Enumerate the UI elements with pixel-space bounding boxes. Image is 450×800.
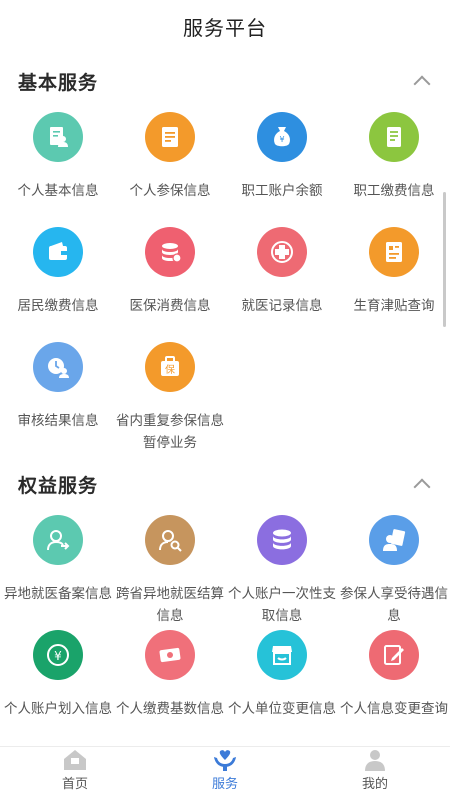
service-item-label: 参保人享受待遇信息	[340, 586, 448, 624]
service-item[interactable]: 个人账户一次性支取信息	[226, 513, 338, 628]
medical-cross-icon	[257, 227, 307, 277]
tab-home[interactable]: 首页	[0, 747, 150, 800]
person-document-icon	[369, 515, 419, 565]
tab-mine[interactable]: 我的	[300, 747, 450, 800]
service-item[interactable]: ¥ 职工账户余额	[226, 110, 338, 225]
svg-text:保: 保	[165, 363, 175, 376]
wallet-icon	[33, 227, 83, 277]
service-grid-rights: 异地就医备案信息 跨省异地就医结算信息 个人账户一次性支取信息 参保人享受待遇信息 ¥ 个…	[0, 513, 450, 743]
tab-service[interactable]: 服务	[150, 747, 300, 800]
form-icon	[369, 227, 419, 277]
store-icon	[257, 630, 307, 680]
service-item[interactable]: 个人参保信息	[114, 110, 226, 225]
service-item[interactable]: 个人单位变更信息	[226, 628, 338, 743]
service-item[interactable]: 审核结果信息	[2, 340, 114, 455]
service-item[interactable]: 医保消费信息	[114, 225, 226, 340]
insurance-bag-icon: 保	[145, 342, 195, 392]
service-item[interactable]: 跨省异地就医结算信息	[114, 513, 226, 628]
page-title: 服务平台	[183, 15, 267, 40]
edit-note-icon	[369, 630, 419, 680]
service-item-label: 职工账户余额	[241, 183, 323, 199]
content-scroll-area[interactable]: 基本服务 个人基本信息 个人参保信息 ¥ 职工账户余额 职工缴费信息居民缴费信息 医保消费…	[0, 52, 450, 746]
tab-label: 首页	[61, 777, 88, 792]
home-icon	[64, 750, 86, 770]
service-item-label: 省内重复参保信息暂停业务	[116, 413, 224, 451]
service-item[interactable]: 职工缴费信息	[338, 110, 450, 225]
database-icon	[257, 515, 307, 565]
service-item-label: 个人缴费基数信息	[116, 701, 224, 717]
bottom-tab-bar: 首页 服务 我的	[0, 746, 450, 800]
service-item[interactable]: 生育津贴查询	[338, 225, 450, 340]
section-header-rights[interactable]: 权益服务	[0, 455, 450, 513]
service-item[interactable]: 居民缴费信息	[2, 225, 114, 340]
money-bag-icon: ¥	[257, 112, 307, 162]
service-item-label: 个人基本信息	[17, 183, 99, 199]
service-item[interactable]: ¥ 个人账户划入信息	[2, 628, 114, 743]
service-item[interactable]: 个人基本信息	[2, 110, 114, 225]
person-search-icon	[145, 515, 195, 565]
service-item-label: 个人单位变更信息	[228, 701, 336, 717]
service-item-label: 医保消费信息	[129, 298, 211, 314]
chevron-up-icon[interactable]	[413, 478, 431, 496]
service-item-label: 个人账户一次性支取信息	[228, 586, 336, 624]
user-icon	[365, 750, 385, 771]
section-header-basic[interactable]: 基本服务	[0, 52, 450, 110]
coins-stack-icon	[145, 227, 195, 277]
invoice-icon	[369, 112, 419, 162]
service-item-label: 跨省异地就医结算信息	[116, 586, 224, 624]
service-item-label: 个人账户划入信息	[4, 701, 112, 717]
service-item-label: 居民缴费信息	[17, 298, 99, 314]
service-grid-basic: 个人基本信息 个人参保信息 ¥ 职工账户余额 职工缴费信息居民缴费信息 医保消费信息 就医记…	[0, 110, 450, 455]
service-item-label: 职工缴费信息	[353, 183, 435, 199]
service-item-label: 审核结果信息	[17, 413, 99, 429]
section-title: 权益服务	[18, 474, 99, 497]
tab-label: 我的	[361, 777, 388, 792]
service-item-label: 异地就医备案信息	[4, 586, 112, 602]
header: 服务平台	[0, 0, 450, 52]
document-icon	[145, 112, 195, 162]
service-item[interactable]: 参保人享受待遇信息	[338, 513, 450, 628]
yuan-coin-icon: ¥	[33, 630, 83, 680]
service-item-label: 个人信息变更查询	[340, 701, 448, 717]
service-item[interactable]: 异地就医备案信息	[2, 513, 114, 628]
service-item-label: 就医记录信息	[241, 298, 323, 314]
ticket-icon	[145, 630, 195, 680]
svg-text:¥: ¥	[54, 649, 62, 663]
service-item[interactable]: 保省内重复参保信息暂停业务	[114, 340, 226, 455]
heart-hands-icon	[214, 750, 236, 771]
person-card-icon	[33, 112, 83, 162]
svg-text:¥: ¥	[279, 135, 284, 144]
service-item-label: 生育津贴查询	[353, 298, 435, 314]
person-transfer-icon	[33, 515, 83, 565]
chevron-up-icon[interactable]	[413, 75, 431, 93]
tab-label: 服务	[211, 777, 238, 792]
scrollbar[interactable]	[443, 192, 446, 327]
service-item[interactable]: 个人信息变更查询	[338, 628, 450, 743]
section-title: 基本服务	[18, 71, 99, 94]
service-item[interactable]: 个人缴费基数信息	[114, 628, 226, 743]
service-item-label: 个人参保信息	[129, 183, 211, 199]
service-item[interactable]: 就医记录信息	[226, 225, 338, 340]
clock-person-icon	[33, 342, 83, 392]
